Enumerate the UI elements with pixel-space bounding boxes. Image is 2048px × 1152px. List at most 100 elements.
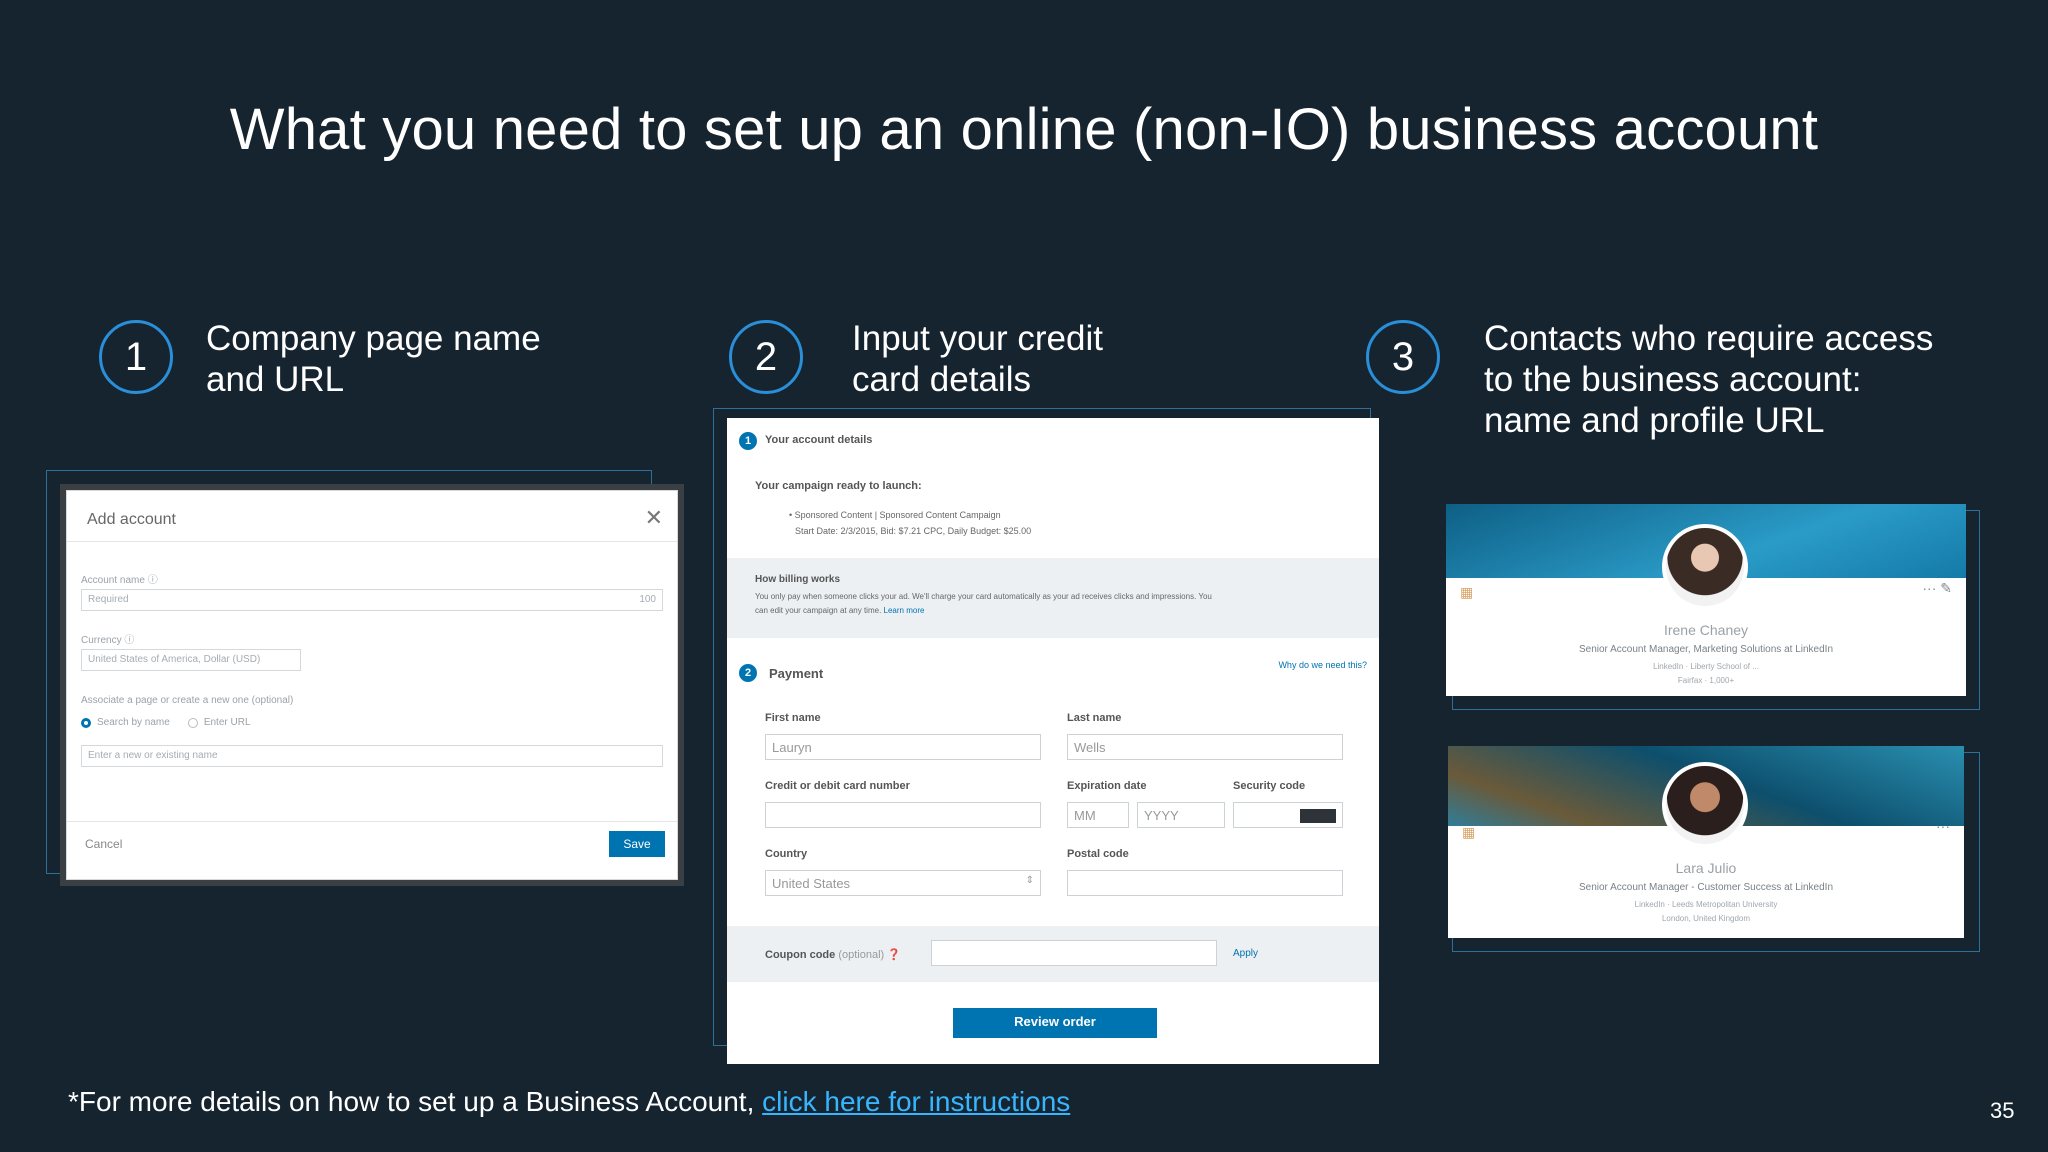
instructions-link[interactable]: click here for instructions [762, 1086, 1070, 1117]
step-3-text: Contacts who require access to the busin… [1484, 318, 1933, 441]
step-2-line-1: Input your credit [852, 319, 1103, 358]
step-badge-2: 2 [739, 664, 757, 682]
profile-card-1: ▦ ··· ✎ Irene Chaney Senior Account Mana… [1446, 504, 1966, 696]
profile-title: Senior Account Manager - Customer Succes… [1578, 882, 1834, 893]
currency-select[interactable]: United States of America, Dollar (USD) [81, 649, 301, 671]
review-order-button[interactable]: Review order [953, 1008, 1157, 1038]
profile-card-2: ▦ ··· Lara Julio Senior Account Manager … [1448, 746, 1964, 938]
campaign-line-2: Start Date: 2/3/2015, Bid: $7.21 CPC, Da… [795, 526, 1032, 536]
help-icon: ❓ [887, 949, 901, 961]
slide-title: What you need to set up an online (non-I… [229, 97, 1819, 162]
step-badge-1: 1 [739, 432, 757, 450]
expiry-label: Expiration date [1067, 780, 1147, 792]
dialog-title: Add account [87, 511, 176, 528]
expiry-month-select[interactable]: MM [1067, 802, 1129, 828]
step-1-number: 1 [124, 334, 148, 379]
step-3-circle: 3 [1366, 320, 1440, 394]
expiry-year-select[interactable]: YYYY [1137, 802, 1225, 828]
step-3-number: 3 [1391, 334, 1415, 379]
profile-name: Lara Julio [1675, 860, 1737, 876]
step-1-text: Company page name and URL [206, 318, 541, 400]
postal-code-input[interactable] [1067, 870, 1343, 896]
step-1-circle: 1 [99, 320, 173, 394]
step-3-line-3: name and profile URL [1484, 401, 1825, 440]
add-account-dialog: Add account ✕ Account name ⓘ Required 100… [66, 490, 678, 880]
payment-form: 1 Your account details Your campaign rea… [727, 418, 1379, 1064]
country-label: Country [765, 848, 808, 860]
card-number-input[interactable] [765, 802, 1041, 828]
footer-prefix: *For more details on how to set up a Bus… [68, 1086, 763, 1117]
briefcase-icon: ▦ [1460, 584, 1474, 600]
card-security-icon [1300, 809, 1336, 823]
chevron-updown-icon: ⇕ [1025, 875, 1034, 886]
step-2-circle: 2 [729, 320, 803, 394]
payment-title: Payment [769, 666, 824, 681]
profile-sub-1: LinkedIn · Leeds Metropolitan University [1634, 900, 1778, 909]
billing-title: How billing works [755, 574, 841, 585]
billing-line-2: can edit your campaign at any time. Lear… [755, 606, 924, 615]
profile-sub-2: Fairfax · 1,000+ [1677, 676, 1735, 685]
profile-title: Senior Account Manager, Marketing Soluti… [1578, 644, 1834, 655]
country-select[interactable]: United States ⇕ [765, 870, 1041, 896]
step-3-line-2: to the business account: [1484, 360, 1862, 399]
account-name-label: Account name ⓘ [81, 571, 158, 586]
account-name-input[interactable]: Required 100 [81, 589, 663, 611]
last-name-input[interactable]: Wells [1067, 734, 1343, 760]
step-2-text: Input your credit card details [852, 318, 1103, 400]
security-code-input[interactable] [1233, 802, 1343, 828]
campaign-line-1: • Sponsored Content | Sponsored Content … [789, 510, 1001, 520]
profile-sub-1: LinkedIn · Liberty School of ... [1653, 662, 1759, 671]
page-search-input[interactable]: Enter a new or existing name [81, 745, 663, 767]
info-icon: ⓘ [147, 575, 158, 586]
briefcase-icon: ▦ [1462, 824, 1476, 840]
profile-sub-2: London, United Kingdom [1661, 914, 1751, 923]
security-code-label: Security code [1233, 780, 1306, 792]
info-icon: ⓘ [124, 635, 135, 646]
coupon-label: Coupon code (optional) ❓ [765, 948, 901, 961]
footer-note: *For more details on how to set up a Bus… [68, 1086, 1070, 1118]
radio-url-label[interactable]: Enter URL [204, 717, 251, 728]
currency-label: Currency ⓘ [81, 631, 134, 646]
close-icon[interactable]: ✕ [645, 505, 663, 531]
country-value: United States [772, 876, 851, 891]
why-link[interactable]: Why do we need this? [1278, 660, 1367, 670]
more-edit-icons[interactable]: ··· ✎ [1922, 580, 1952, 597]
account-name-label-text: Account name [81, 575, 145, 586]
save-button[interactable]: Save [609, 831, 665, 857]
last-name-label: Last name [1067, 712, 1122, 724]
avatar [1662, 524, 1748, 610]
divider [67, 821, 677, 822]
postal-code-label: Postal code [1067, 848, 1129, 860]
associate-label: Associate a page or create a new one (op… [81, 695, 294, 706]
step-3-line-1: Contacts who require access [1484, 319, 1934, 358]
first-name-label: First name [765, 712, 821, 724]
step-2-line-2: card details [852, 360, 1031, 399]
account-name-placeholder: Required [88, 594, 129, 605]
account-details-title: Your account details [765, 434, 873, 446]
account-name-counter: 100 [639, 594, 656, 605]
coupon-label-text: Coupon code [765, 949, 836, 961]
step-1-line-2: and URL [206, 360, 345, 399]
radio-search-label[interactable]: Search by name [97, 717, 170, 728]
divider [67, 541, 677, 542]
step-1-line-1: Company page name [206, 319, 541, 358]
radio-url-icon[interactable] [187, 717, 198, 728]
first-name-input[interactable]: Lauryn [765, 734, 1041, 760]
cancel-button[interactable]: Cancel [85, 837, 122, 851]
campaign-ready-label: Your campaign ready to launch: [755, 480, 922, 492]
billing-line-1: You only pay when someone clicks your ad… [755, 592, 1212, 601]
radio-search-icon[interactable] [81, 717, 91, 728]
apply-link[interactable]: Apply [1233, 948, 1258, 959]
more-icon[interactable]: ··· [1936, 818, 1950, 834]
card-number-label: Credit or debit card number [765, 780, 910, 792]
coupon-input[interactable] [931, 940, 1217, 966]
radio-group: Search by name Enter URL [81, 717, 251, 728]
avatar [1662, 762, 1748, 848]
currency-label-text: Currency [81, 635, 122, 646]
step-2-number: 2 [754, 334, 778, 379]
billing-line-2-text: can edit your campaign at any time. [755, 606, 882, 615]
learn-more-link[interactable]: Learn more [884, 606, 925, 615]
profile-name: Irene Chaney [1663, 622, 1749, 638]
coupon-optional: (optional) [838, 949, 885, 961]
page-number: 35 [1990, 1098, 2015, 1123]
